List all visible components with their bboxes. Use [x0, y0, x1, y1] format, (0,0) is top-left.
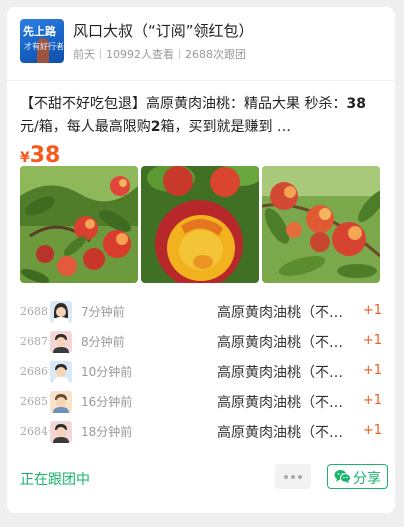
avatar-text-bottom: 才有好行者 — [24, 42, 64, 51]
boy-avatar — [50, 391, 72, 413]
order-quantity: +1 — [362, 393, 382, 408]
man-avatar — [50, 331, 72, 353]
post-header: 先上路 才有好行者 风口大叔（“订阅”领红包） 前天 10992人查看 2688次跟… — [20, 19, 385, 69]
order-product: 高原黄肉油桃（不… — [217, 425, 343, 441]
post-date: 前天 — [73, 48, 95, 61]
order-row[interactable]: 2684 18分钟前 高原黄肉油桃（不… +1 — [20, 419, 382, 449]
follow-count: 2688次跟团 — [185, 48, 246, 61]
more-dots-icon — [298, 475, 302, 479]
woman-avatar — [50, 301, 72, 323]
order-quantity: +1 — [362, 333, 382, 348]
meta-divider — [100, 49, 101, 59]
order-product: 高原黄肉油桃（不… — [217, 365, 343, 381]
currency-symbol: ¥ — [20, 150, 30, 166]
order-time: 8分钟前 — [81, 335, 125, 349]
avatar-text-top: 先上路 — [23, 25, 56, 38]
order-time: 18分钟前 — [81, 425, 133, 439]
peaches-on-tree-photo[interactable] — [20, 166, 138, 283]
order-product: 高原黄肉油桃（不… — [217, 335, 343, 351]
order-row[interactable]: 2686 10分钟前 高原黄肉油桃（不… +1 — [20, 359, 382, 389]
order-number: 2686 — [20, 365, 48, 378]
cut-peach-photo[interactable] — [141, 166, 259, 283]
order-row[interactable]: 2685 16分钟前 高原黄肉油桃（不… +1 — [20, 389, 382, 419]
post-description[interactable]: 【不甜不好吃包退】高原黄肉油桃：精品大果 秒杀：38 元/箱，每人最高限购2箱，买… — [20, 93, 382, 139]
more-dots-icon — [284, 475, 288, 479]
order-row[interactable]: 2687 8分钟前 高原黄肉油桃（不… +1 — [20, 329, 382, 359]
order-quantity: +1 — [362, 423, 382, 438]
order-number: 2688 — [20, 305, 48, 318]
order-number: 2685 — [20, 395, 48, 408]
more-dots-icon — [291, 475, 295, 479]
order-product: 高原黄肉油桃（不… — [217, 395, 343, 411]
order-row[interactable]: 2688 7分钟前 高原黄肉油桃（不… +1 — [20, 299, 382, 329]
order-quantity: +1 — [362, 303, 382, 318]
desc-prefix: 【不甜不好吃包退】高原黄肉油桃：精品大果 秒杀： — [20, 96, 347, 112]
view-count: 10992人查看 — [106, 48, 174, 61]
share-button[interactable]: 分享 — [327, 464, 388, 489]
order-time: 10分钟前 — [81, 365, 133, 379]
desc-limit: 2 — [150, 119, 161, 135]
man-avatar — [50, 421, 72, 443]
order-number: 2684 — [20, 425, 48, 438]
desc-suffix: 箱，买到就是赚到 … — [160, 119, 291, 135]
order-time: 16分钟前 — [81, 395, 133, 409]
meta-divider — [179, 49, 180, 59]
price-value: 38 — [29, 143, 61, 168]
group-buy-card[interactable]: 先上路 才有好行者 风口大叔（“订阅”领红包） 前天 10992人查看 2688次跟… — [7, 7, 395, 513]
photo-gallery — [20, 166, 380, 283]
group-status: 正在跟团中 — [20, 472, 90, 488]
header-divider — [7, 80, 395, 81]
order-quantity: +1 — [362, 363, 382, 378]
desc-mid: 元/箱，每人最高限购 — [20, 119, 151, 135]
order-time: 7分钟前 — [81, 305, 125, 319]
author-name[interactable]: 风口大叔（“订阅”领红包） — [73, 20, 254, 41]
desc-price: 38 — [346, 96, 366, 112]
man-avatar — [50, 361, 72, 383]
peaches-on-branch-photo[interactable] — [262, 166, 380, 283]
order-product: 高原黄肉油桃（不… — [217, 305, 343, 321]
card-footer: 正在跟团中 分享 — [20, 463, 388, 493]
more-button[interactable] — [275, 464, 311, 489]
share-label: 分享 — [353, 471, 381, 487]
author-avatar[interactable]: 先上路 才有好行者 — [20, 19, 64, 63]
wechat-icon — [334, 469, 351, 488]
post-meta: 前天 10992人查看 2688次跟团 — [73, 46, 246, 62]
price-tag: ¥38 — [20, 143, 60, 168]
order-list: 2688 7分钟前 高原黄肉油桃（不… +1 2687 8分钟前 高原黄肉油桃（… — [20, 299, 382, 449]
order-number: 2687 — [20, 335, 48, 348]
